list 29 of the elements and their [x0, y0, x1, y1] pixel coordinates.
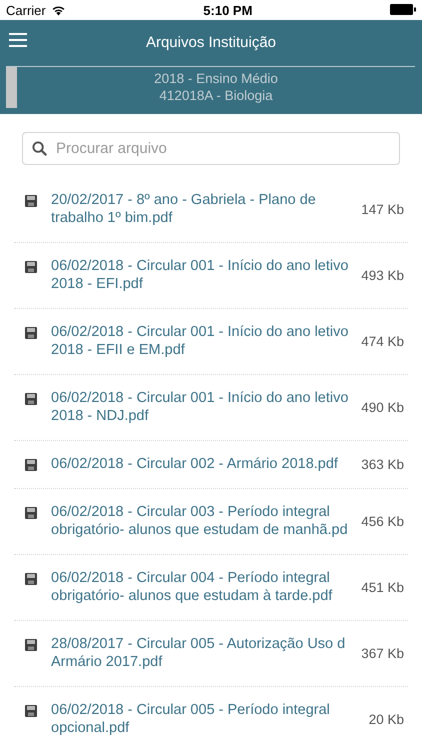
file-link[interactable]: 06/02/2018 - Circular 001 - Início do ano letivo 2018 - EFII e EM.pdf — [51, 323, 350, 359]
file-size: 363 Kb — [360, 456, 404, 472]
file-size: 367 Kb — [360, 646, 404, 660]
context-label: 412018A - Biologia — [159, 87, 273, 104]
file-link[interactable]: 06/02/2018 - Circular 002 - Armário 2018.pdf — [51, 455, 350, 473]
context-marker — [6, 67, 17, 108]
file-size: 451 Kb — [360, 580, 404, 594]
file-link[interactable]: 20/02/2017 - 8º ano - Gabriela - Plano de trabalho 1º bim.pdf — [51, 191, 350, 227]
file-link[interactable]: 28/08/2017 - Circular 005 - Autorização Uso d Armário 2017.pdf — [51, 635, 350, 671]
battery-icon — [390, 4, 416, 14]
menu-button[interactable] — [9, 32, 27, 48]
file-size: 147 Kb — [360, 202, 404, 216]
file-size: 456 Kb — [360, 514, 404, 528]
wifi-icon — [50, 4, 66, 16]
clock-time: 5:10 PM — [203, 2, 252, 18]
file-link[interactable]: 06/02/2018 - Circular 001 - Início do ano letivo 2018 - NDJ.pdf — [51, 389, 350, 425]
file-link[interactable]: 06/02/2018 - Circular 003 - Período integral obrigatório- alunos que estudam de manhã.pd — [51, 503, 350, 539]
file-size: 474 Kb — [360, 334, 404, 348]
file-link[interactable]: 06/02/2018 - Circular 004 - Período integral obrigatório- alunos que estudam à tarde.pdf — [51, 569, 350, 605]
file-size: 490 Kb — [360, 400, 404, 414]
carrier-label: Carrier — [6, 2, 46, 18]
context-label: 2018 - Ensino Médio — [154, 70, 278, 87]
search-field[interactable]: Procurar arquivo — [22, 132, 400, 165]
file-link[interactable]: 06/02/2018 - Circular 001 - Início do ano letivo 2018 - EFI.pdf — [51, 257, 350, 293]
file-size: 20 Kb — [368, 712, 404, 726]
context-panel[interactable]: 2018 - Ensino Médio 412018A - Biologia — [6, 66, 415, 108]
file-link[interactable]: 06/02/2018 - Circular 005 - Período integral opcional.pdf — [51, 701, 350, 737]
file-size: 493 Kb — [360, 268, 404, 282]
screen-title: Arquivos Instituição — [146, 34, 276, 50]
